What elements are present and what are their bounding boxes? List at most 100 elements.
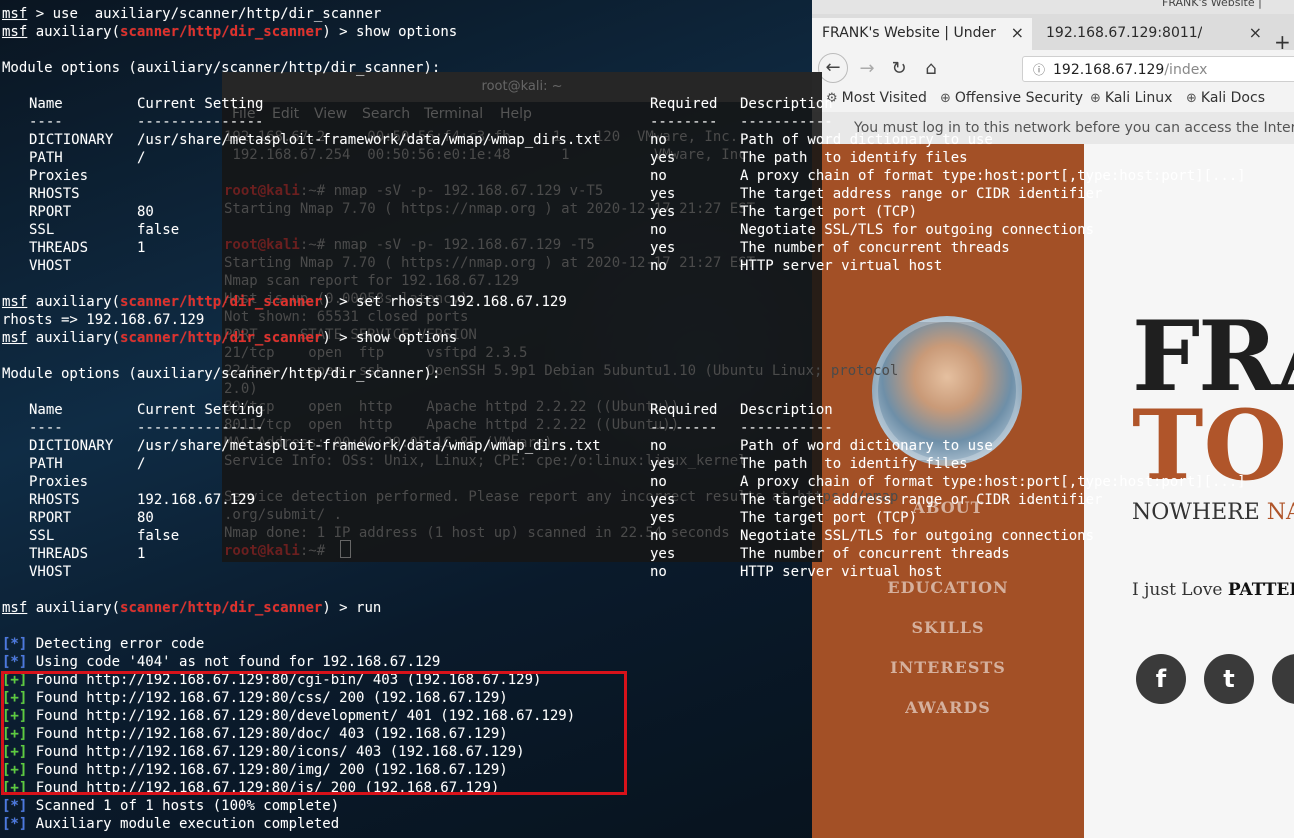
prompt-text: auxiliary( [27,24,121,40]
option-setting: / [137,150,146,166]
console-prompt-line: msf auxiliary(scanner/http/dir_scanner) … [2,329,457,347]
option-required: yes [650,456,676,472]
success-tag: [+] [2,744,28,760]
success-tag: [+] [2,690,28,706]
success-tag: [+] [2,672,28,688]
option-setting: 1 [137,546,146,562]
prompt-text: auxiliary( [27,330,121,346]
status-text: Found http://192.168.67.129:80/js/ 200 (… [27,780,500,796]
option-name: Proxies [29,474,89,490]
option-description: Path of word dictionary to use [740,438,993,454]
option-description: HTTP server virtual host [740,258,943,274]
option-description: A proxy chain of format type:host:port[,… [740,168,1246,184]
heading-text: Module options (auxiliary/scanner/http/d… [2,366,441,382]
command-text: ) > run [322,600,382,616]
status-text: Auxiliary module execution completed [27,816,340,832]
info-tag: [*] [2,654,28,670]
option-name: DICTIONARY [29,132,114,148]
option-setting: 1 [137,240,146,256]
module-options-heading: Module options (auxiliary/scanner/http/d… [2,59,440,77]
option-name: PATH [29,150,63,166]
option-name: RPORT [29,510,72,526]
option-required: no [650,474,667,490]
result-text: rhosts => 192.168.67.129 [2,312,205,328]
msf-prompt: msf [2,6,28,22]
option-required: yes [650,492,676,508]
option-required: yes [650,240,676,256]
found-line: [+] Found http://192.168.67.129:80/cgi-b… [2,671,541,689]
column-underline: ----------- [740,114,833,130]
option-name: RPORT [29,204,72,220]
column-header-required: Required [650,96,718,112]
option-description: Path of word dictionary to use [740,132,993,148]
status-line: [*] Scanned 1 of 1 hosts (100% complete) [2,797,339,815]
status-text: Using code '404' as not found for 192.16… [27,654,441,670]
console-prompt-line: msf > use auxiliary/scanner/http/dir_sca… [2,5,381,23]
status-line: [*] Detecting error code [2,635,204,653]
option-description: A proxy chain of format type:host:port[,… [740,474,1246,490]
module-name: scanner/http/dir_scanner [120,294,323,310]
info-tag: [*] [2,636,28,652]
status-text: Detecting error code [27,636,205,652]
column-underline: ---- [29,420,63,436]
option-required: yes [650,510,676,526]
option-required: yes [650,546,676,562]
msf-prompt: msf [2,24,28,40]
msf-prompt: msf [2,600,28,616]
option-required: no [650,222,667,238]
option-setting: /usr/share/metasploit-framework/data/wma… [137,438,601,454]
option-description: The path to identify files [740,150,968,166]
success-tag: [+] [2,708,28,724]
option-required: yes [650,204,676,220]
status-text: Found http://192.168.67.129:80/icons/ 40… [27,744,525,760]
msf-prompt: msf [2,294,28,310]
command-text: > use auxiliary/scanner/http/dir_scanner [27,6,382,22]
status-text: Found http://192.168.67.129:80/css/ 200 … [27,690,508,706]
found-line: [+] Found http://192.168.67.129:80/img/ … [2,761,508,779]
option-name: VHOST [29,258,72,274]
option-description: HTTP server virtual host [740,564,943,580]
option-setting: /usr/share/metasploit-framework/data/wma… [137,132,601,148]
column-header-description: Description [740,402,833,418]
module-name: scanner/http/dir_scanner [120,330,323,346]
option-name: SSL [29,222,55,238]
found-line: [+] Found http://192.168.67.129:80/devel… [2,707,575,725]
option-setting: 80 [137,510,154,526]
option-name: PATH [29,456,63,472]
success-tag: [+] [2,726,28,742]
option-description: The target address range or CIDR identif… [740,186,1103,202]
prompt-text: auxiliary( [27,600,121,616]
found-line: [+] Found http://192.168.67.129:80/icons… [2,743,525,761]
command-text: ) > show options [322,330,458,346]
option-setting: 80 [137,204,154,220]
option-description: The number of concurrent threads [740,240,1010,256]
column-header-description: Description [740,96,833,112]
heading-text: Module options (auxiliary/scanner/http/d… [2,60,441,76]
option-required: yes [650,186,676,202]
option-description: Negotiate SSL/TLS for outgoing connectio… [740,222,1095,238]
status-text: Scanned 1 of 1 hosts (100% complete) [27,798,340,814]
option-required: no [650,438,667,454]
msf-prompt: msf [2,330,28,346]
option-name: SSL [29,528,55,544]
column-underline: -------- [650,114,718,130]
option-description: Negotiate SSL/TLS for outgoing connectio… [740,528,1095,544]
option-setting: false [137,528,180,544]
option-description: The target port (TCP) [740,204,918,220]
option-name: THREADS [29,240,89,256]
column-header-required: Required [650,402,718,418]
module-name: scanner/http/dir_scanner [120,600,323,616]
column-underline: --------------- [137,420,264,436]
option-setting: 192.168.67.129 [137,492,256,508]
console-prompt-line: msf auxiliary(scanner/http/dir_scanner) … [2,293,567,311]
console-prompt-line: msf auxiliary(scanner/http/dir_scanner) … [2,23,457,41]
found-line: [+] Found http://192.168.67.129:80/css/ … [2,689,508,707]
msf-console[interactable]: msf > use auxiliary/scanner/http/dir_sca… [0,0,1294,838]
option-name: DICTIONARY [29,438,114,454]
status-text: Found http://192.168.67.129:80/doc/ 403 … [27,726,508,742]
option-description: The target port (TCP) [740,510,918,526]
option-required: no [650,528,667,544]
console-prompt-line: msf auxiliary(scanner/http/dir_scanner) … [2,599,381,617]
status-text: Found http://192.168.67.129:80/developme… [27,708,576,724]
option-required: yes [650,150,676,166]
